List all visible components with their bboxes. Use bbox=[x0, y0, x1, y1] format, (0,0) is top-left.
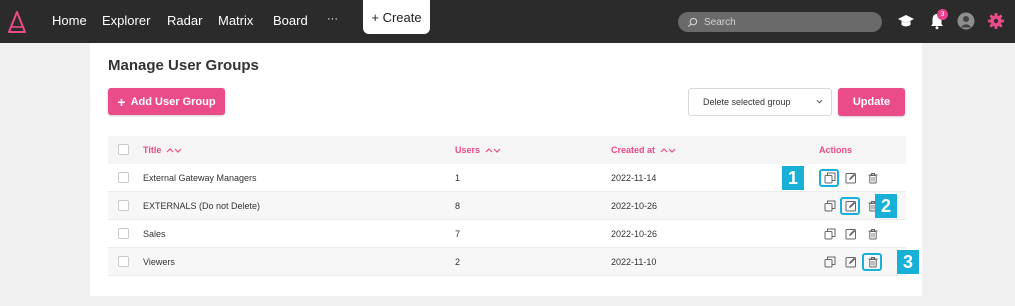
nav-board[interactable]: Board bbox=[273, 13, 308, 28]
column-created-header[interactable]: Created at bbox=[611, 136, 676, 164]
nav-radar[interactable]: Radar bbox=[167, 13, 202, 28]
nav-matrix[interactable]: Matrix bbox=[218, 13, 253, 28]
bulk-action-value: Delete selected group bbox=[703, 97, 791, 107]
duplicate-icon[interactable] bbox=[824, 256, 836, 268]
duplicate-highlight bbox=[819, 169, 839, 187]
group-users-count: 1 bbox=[455, 173, 461, 183]
row-checkbox[interactable] bbox=[118, 172, 129, 183]
group-users-count: 2 bbox=[455, 257, 461, 267]
nav-home[interactable]: Home bbox=[52, 13, 87, 28]
add-user-group-button[interactable]: + Add User Group bbox=[108, 88, 225, 115]
add-user-group-label: Add User Group bbox=[130, 95, 216, 108]
duplicate-icon[interactable] bbox=[824, 228, 836, 240]
row-checkbox[interactable] bbox=[118, 256, 129, 267]
group-created-date: 2022-11-14 bbox=[611, 173, 657, 183]
search-icon bbox=[687, 17, 698, 27]
callout-1: 1 bbox=[782, 166, 804, 190]
top-navigation-bar: Home Explorer Radar Matrix Board ··· + C… bbox=[0, 0, 1015, 43]
group-users-count: 7 bbox=[455, 229, 461, 239]
edit-icon[interactable] bbox=[845, 172, 857, 184]
plus-icon: + bbox=[117, 93, 126, 110]
settings-gear-icon[interactable] bbox=[987, 12, 1005, 30]
create-label: + Create bbox=[371, 9, 422, 25]
column-title-header[interactable]: Title bbox=[143, 136, 182, 164]
bulk-action-select[interactable]: Delete selected group bbox=[688, 88, 832, 116]
edit-highlight bbox=[840, 197, 860, 215]
trash-icon[interactable] bbox=[867, 228, 879, 240]
table-header: Title Users Created at Actions bbox=[108, 136, 906, 164]
edit-icon[interactable] bbox=[845, 228, 857, 240]
group-title: External Gateway Managers bbox=[143, 173, 257, 183]
group-created-date: 2022-11-10 bbox=[611, 257, 657, 267]
column-created-label: Created at bbox=[611, 145, 656, 155]
column-actions-header: Actions bbox=[819, 145, 853, 155]
group-title: Viewers bbox=[143, 257, 175, 267]
column-users-header[interactable]: Users bbox=[455, 136, 501, 164]
sort-icon bbox=[166, 147, 182, 153]
column-users-label: Users bbox=[455, 145, 481, 155]
table-row: Viewers 2 2022-11-10 bbox=[108, 248, 906, 276]
nav-explorer[interactable]: Explorer bbox=[102, 13, 150, 28]
page-title: Manage User Groups bbox=[108, 57, 259, 74]
create-button[interactable]: + Create bbox=[363, 0, 430, 34]
avatar[interactable] bbox=[957, 12, 975, 30]
nav-more[interactable]: ··· bbox=[327, 13, 338, 25]
search-placeholder: Search bbox=[704, 16, 736, 28]
graduation-cap-icon[interactable] bbox=[897, 12, 915, 30]
row-checkbox[interactable] bbox=[118, 200, 129, 211]
chevron-down-icon bbox=[816, 99, 823, 104]
row-checkbox[interactable] bbox=[118, 228, 129, 239]
search-input[interactable]: Search bbox=[678, 12, 882, 32]
trash-icon[interactable] bbox=[867, 172, 879, 184]
notification-badge: 3 bbox=[937, 9, 948, 20]
app-logo-icon[interactable] bbox=[8, 11, 26, 33]
sort-icon bbox=[485, 147, 501, 153]
edit-icon[interactable] bbox=[845, 256, 857, 268]
sort-icon bbox=[660, 147, 676, 153]
group-title: EXTERNALS (Do not Delete) bbox=[143, 201, 261, 211]
group-created-date: 2022-10-26 bbox=[611, 229, 658, 239]
group-title: Sales bbox=[143, 229, 166, 239]
update-button[interactable]: Update bbox=[838, 88, 905, 116]
duplicate-icon[interactable] bbox=[824, 200, 836, 212]
column-title-label: Title bbox=[143, 145, 162, 155]
table-row: EXTERNALS (Do not Delete) 8 2022-10-26 bbox=[108, 192, 906, 220]
group-users-count: 8 bbox=[455, 201, 461, 211]
table-row: Sales 7 2022-10-26 bbox=[108, 220, 906, 248]
callout-2: 2 bbox=[875, 194, 897, 218]
select-all-checkbox[interactable] bbox=[118, 144, 129, 155]
group-created-date: 2022-10-26 bbox=[611, 201, 658, 211]
delete-highlight bbox=[862, 253, 882, 271]
user-groups-table: Title Users Created at Actions External … bbox=[108, 136, 906, 276]
callout-3: 3 bbox=[897, 250, 919, 274]
